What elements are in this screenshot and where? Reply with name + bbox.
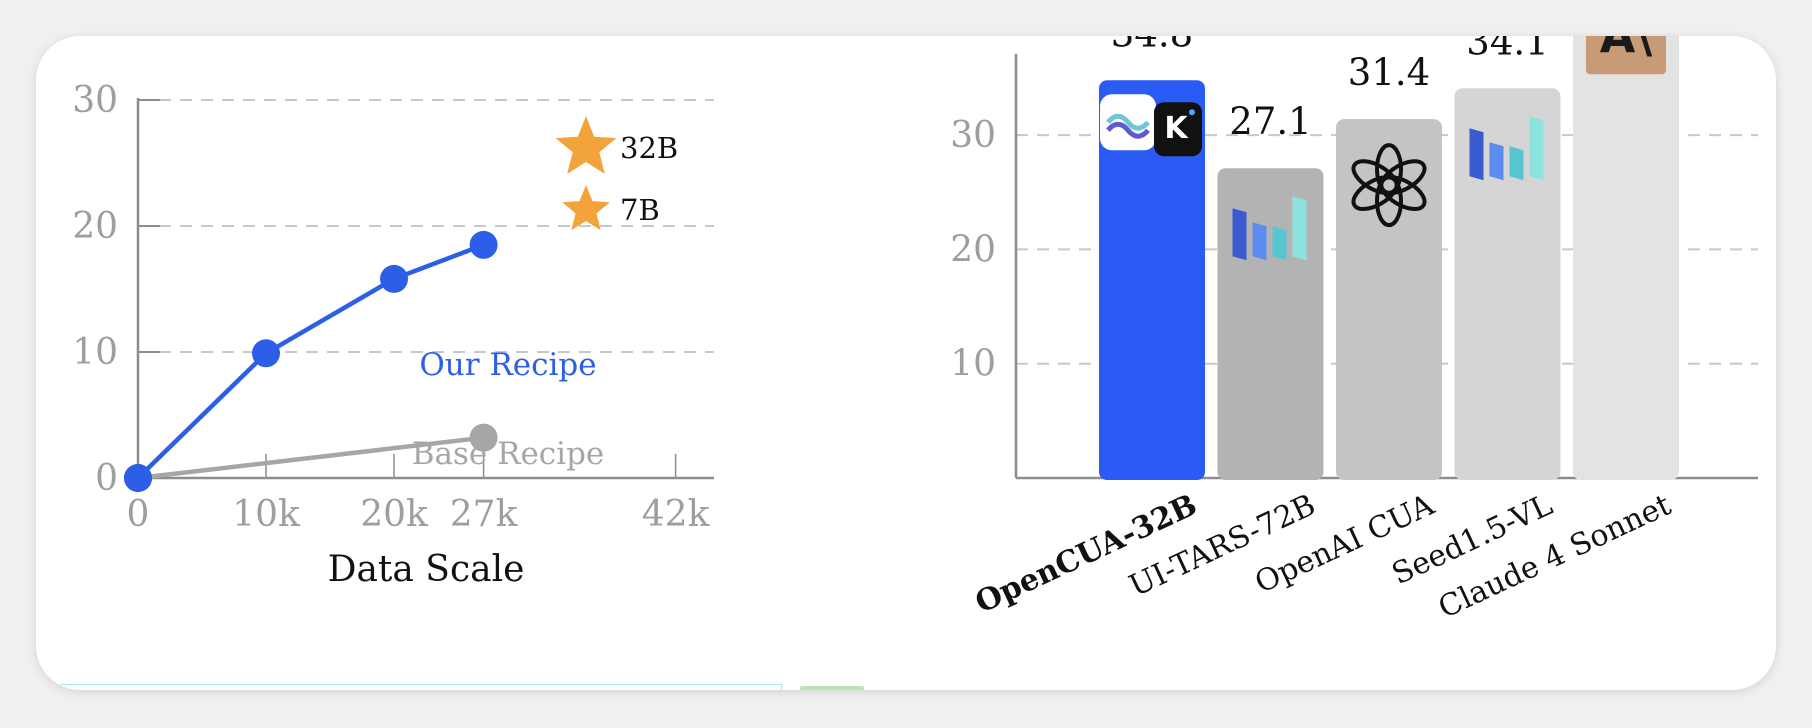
y-tick-label: 40 [950,36,996,42]
x-tick-label: 27k [450,494,519,535]
y-tick-label: 30 [950,115,996,156]
x-tick-label: 42k [642,494,711,535]
value-label: 31.4 [1348,51,1430,94]
series-label: Our Recipe [419,347,596,383]
data-point [252,339,280,368]
legend-star-icon [555,116,617,174]
y-tick-label: 10 [72,332,118,373]
legend-label: 7B [620,193,660,227]
cropped-panel-edge [60,684,782,690]
legend-label: 32B [620,131,678,165]
svg-text:K: K [1164,111,1189,146]
data-scale-line-chart: 0 10 20 30 0 10k 20k 27k 42k Our Recipe Base Reci… [72,80,714,590]
data-point [469,423,498,452]
data-point [124,464,152,492]
opencua-kimi-logo-icons: K [1100,94,1202,157]
x-tick-label: 0 [127,494,150,535]
anthropic-logo-icon: A\ [1586,36,1666,75]
y-tick-label: 10 [950,344,996,385]
svg-text:A\: A\ [1600,36,1653,63]
benchmark-bar-chart: 10203040 KA\ 34.8OpenCUA-32B27.1UI-TARS-… [950,36,1758,626]
x-tick-label: 20k [360,494,429,535]
y-tick-label: 30 [72,80,118,121]
value-label: 27.1 [1229,100,1311,143]
legend-star-icon [562,185,610,231]
value-label: 34.8 [1111,36,1193,55]
figure-card: 0 10 20 30 0 10k 20k 27k 42k Our Recipe Base Reci… [36,36,1776,690]
value-label: 34.1 [1466,36,1548,63]
series-label: Base Recipe [412,436,605,472]
data-point [469,230,498,259]
x-axis-label: Data Scale [328,549,525,590]
bar-claude-4-sonnet [1573,36,1679,480]
y-tick-label: 20 [72,206,118,247]
cropped-panel-edge [800,686,864,690]
y-tick-label: 0 [95,458,118,499]
x-tick-label: 10k [232,494,301,535]
data-point [380,264,408,293]
y-tick-label: 20 [950,229,996,270]
